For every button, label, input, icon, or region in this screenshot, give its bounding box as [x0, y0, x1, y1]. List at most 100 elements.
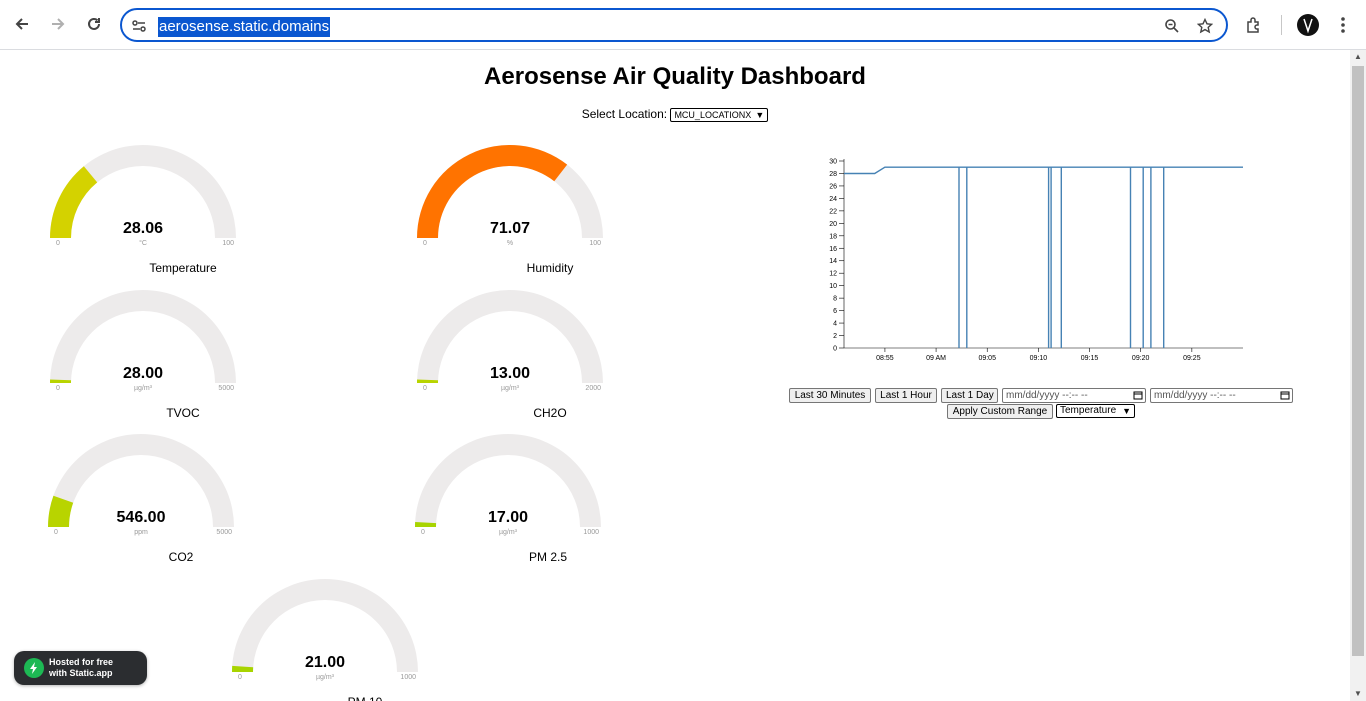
zoom-icon[interactable]: [1162, 16, 1182, 36]
badge-text: Hosted for free with Static.app: [49, 657, 113, 679]
gauge-5: 546.00 ppm 0 5000 CO2: [48, 433, 318, 573]
location-value: MCU_LOCATIONX: [674, 109, 752, 120]
gauge-max: 1000: [400, 674, 416, 681]
gauge-7: 21.00 µg/m³ 0 1000 PM 10: [232, 578, 502, 701]
x-tick-label: 09:20: [1132, 355, 1150, 362]
gauge-value: 546.00: [116, 509, 166, 526]
gauge-value: 71.07: [489, 220, 531, 237]
page-title: Aerosense Air Quality Dashboard: [484, 63, 866, 90]
gauge-unit: µg/m³: [133, 385, 153, 392]
y-tick-label: 6: [833, 308, 837, 315]
lightning-icon: [24, 658, 44, 678]
forward-icon[interactable]: [43, 9, 73, 39]
gauge-min: 0: [421, 529, 425, 536]
gauge-value: 13.00: [489, 365, 531, 382]
menu-icon[interactable]: [1331, 13, 1355, 37]
y-tick-label: 10: [829, 283, 837, 290]
gauge-min: 0: [56, 385, 60, 392]
gauge-min: 0: [54, 529, 58, 536]
badge-line-2: with Static.app: [49, 668, 113, 678]
gauge-unit: ppm: [134, 529, 148, 536]
gauge-unit: %: [506, 240, 514, 247]
gauge-min: 0: [423, 385, 427, 392]
gauge-max: 5000: [216, 529, 232, 536]
calendar-icon[interactable]: [1280, 390, 1290, 404]
gauge-max: 2000: [585, 385, 601, 392]
series-line: [844, 166, 1243, 348]
profile-avatar[interactable]: [1297, 14, 1319, 36]
gauge-min: 0: [238, 674, 242, 681]
bookmark-star-icon[interactable]: [1195, 16, 1215, 36]
y-tick-label: 8: [833, 296, 837, 303]
gauge-unit: µg/m³: [500, 385, 520, 392]
gauge-3: 28.00 µg/m³ 0 5000 TVOC: [50, 289, 320, 429]
page-scrollbar[interactable]: ▲ ▼: [1350, 50, 1366, 701]
y-tick-label: 14: [829, 258, 837, 265]
x-tick-label: 09:05: [978, 355, 996, 362]
y-tick-label: 12: [829, 271, 837, 278]
last-1-day-button[interactable]: Last 1 Day: [941, 388, 998, 403]
x-tick-label: 09:15: [1081, 355, 1099, 362]
site-info-icon[interactable]: [129, 16, 149, 36]
y-tick-label: 18: [829, 233, 837, 240]
scroll-thumb[interactable]: [1352, 66, 1364, 656]
metric-select-value: Temperature: [1060, 405, 1117, 416]
location-label: Select Location:: [581, 107, 668, 121]
gauge-4: 13.00 µg/m³ 0 2000 CH2O: [417, 289, 687, 429]
y-tick-label: 26: [829, 183, 837, 190]
url-text[interactable]: aerosense.static.domains: [158, 17, 331, 37]
y-tick-label: 20: [829, 221, 837, 228]
x-tick-label: 09:25: [1183, 355, 1201, 362]
gauge-label: Temperature: [149, 261, 217, 275]
x-tick-label: 08:55: [876, 355, 894, 362]
gauge-label: CO2: [168, 550, 194, 564]
gauge-max: 100: [589, 240, 601, 247]
location-select[interactable]: MCU_LOCATIONX ▼: [670, 107, 769, 122]
gauge-label: TVOC: [166, 406, 200, 420]
static-app-badge[interactable]: Hosted for free with Static.app: [14, 651, 147, 685]
scroll-down-icon[interactable]: ▼: [1350, 687, 1366, 701]
last-1-hour-button[interactable]: Last 1 Hour: [875, 388, 937, 403]
end-datetime-input[interactable]: mm/dd/yyyy --:-- --: [1150, 388, 1293, 403]
reload-icon[interactable]: [79, 9, 109, 39]
chevron-down-icon: ▼: [755, 109, 765, 120]
x-tick-label: 09:10: [1030, 355, 1048, 362]
chevron-down-icon: ▼: [1122, 406, 1131, 416]
y-tick-label: 16: [829, 246, 837, 253]
y-tick-label: 0: [833, 346, 837, 353]
gauge-max: 100: [222, 240, 234, 247]
y-tick-label: 2: [833, 333, 837, 340]
gauge-unit: °C: [139, 240, 147, 247]
back-icon[interactable]: [7, 9, 37, 39]
gauge-2: 71.07% 0 100 Humidity: [417, 144, 687, 284]
history-chart[interactable]: 02468101214161820222426283008:55 09 AM 09:…: [780, 150, 1260, 370]
scroll-up-icon[interactable]: ▲: [1350, 50, 1366, 64]
gauge-unit: µg/m³: [498, 529, 518, 536]
y-tick-label: 22: [829, 208, 837, 215]
y-tick-label: 30: [829, 159, 837, 166]
gauge-value: 28.06: [122, 220, 164, 237]
gauge-min: 0: [423, 240, 427, 247]
badge-line-1: Hosted for free: [49, 657, 114, 667]
metric-select[interactable]: Temperature ▼: [1056, 404, 1135, 418]
y-tick-label: 4: [833, 321, 837, 328]
gauge-unit: µg/m³: [315, 674, 335, 681]
last-30-minutes-button[interactable]: Last 30 Minutes: [789, 388, 871, 403]
address-bar[interactable]: aerosense.static.domains: [120, 8, 1228, 42]
gauge-max: 5000: [218, 385, 234, 392]
gauge-label: PM 10: [232, 695, 498, 701]
start-datetime-placeholder: mm/dd/yyyy --:-- --: [1006, 390, 1088, 401]
calendar-icon[interactable]: [1133, 390, 1143, 404]
page-content: Aerosense Air Quality Dashboard Select L…: [0, 50, 1350, 701]
apply-custom-range-button[interactable]: Apply Custom Range: [947, 404, 1053, 419]
extensions-icon[interactable]: [1242, 13, 1266, 37]
gauge-label: PM 2.5: [528, 550, 567, 564]
y-tick-label: 28: [829, 171, 837, 178]
gauge-label: CH2O: [533, 406, 567, 420]
gauge-value: 17.00: [487, 509, 529, 526]
y-tick-label: 24: [829, 196, 837, 203]
gauge-label: Humidity: [526, 261, 574, 275]
start-datetime-input[interactable]: mm/dd/yyyy --:-- --: [1002, 388, 1146, 403]
end-datetime-placeholder: mm/dd/yyyy --:-- --: [1154, 390, 1236, 401]
browser-toolbar: aerosense.static.domains: [0, 0, 1366, 50]
